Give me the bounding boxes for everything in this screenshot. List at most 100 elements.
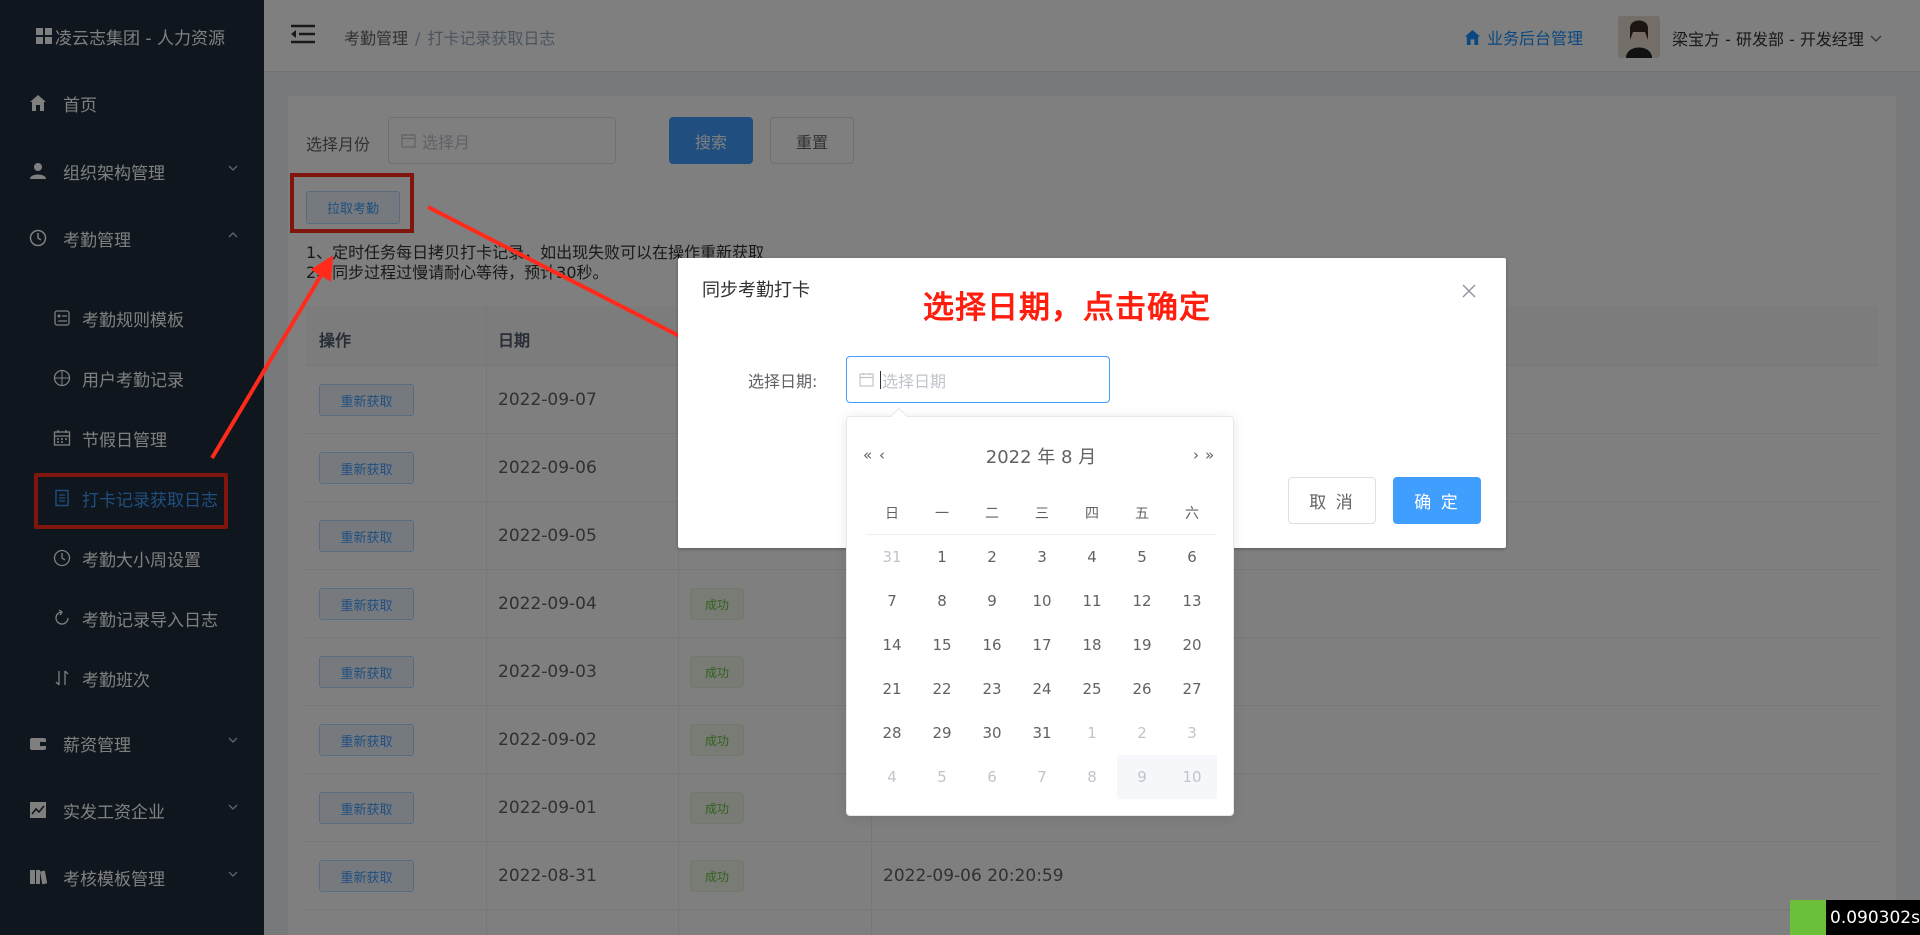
- day-cell[interactable]: 31: [867, 535, 917, 579]
- weekday-label: 六: [1185, 506, 1199, 522]
- day-cell[interactable]: 13: [1167, 579, 1217, 623]
- day-cell[interactable]: 5: [917, 755, 967, 799]
- sidebar-item-label: 组织架构管理: [63, 163, 165, 184]
- confirm-button[interactable]: 确 定: [1393, 477, 1481, 524]
- month-picker-input[interactable]: 选择月: [388, 117, 616, 164]
- day-cell[interactable]: 6: [967, 755, 1017, 799]
- date-picker-input[interactable]: 选择日期: [846, 356, 1110, 403]
- day-cell[interactable]: 25: [1067, 667, 1117, 711]
- day-cell[interactable]: 27: [1167, 667, 1217, 711]
- chevron-down-icon: [228, 804, 238, 810]
- row-date: 2022-09-04: [498, 594, 597, 614]
- row-date: 2022-09-06: [498, 458, 597, 478]
- day-cell[interactable]: 29: [917, 711, 967, 755]
- breadcrumb-current: 打卡记录获取日志: [427, 29, 556, 48]
- day-cell[interactable]: 31: [1017, 711, 1067, 755]
- day-cell[interactable]: 30: [967, 711, 1017, 755]
- column-header-date: 日期: [498, 331, 531, 350]
- refetch-button[interactable]: 重新获取: [319, 860, 414, 892]
- annotation-text: 选择日期，点击确定: [923, 290, 1211, 326]
- sidebar-sub-week-setting[interactable]: 考勤大小周设置: [0, 530, 264, 586]
- day-cell[interactable]: 3: [1017, 535, 1067, 579]
- refetch-button[interactable]: 重新获取: [319, 724, 414, 756]
- avatar[interactable]: [1618, 16, 1660, 58]
- day-cell[interactable]: 8: [1067, 755, 1117, 799]
- leaf-logo-icon: [1790, 900, 1826, 935]
- day-cell[interactable]: 21: [867, 667, 917, 711]
- sidebar-sub-shifts[interactable]: 考勤班次: [0, 650, 264, 706]
- row-date: 2022-09-03: [498, 662, 597, 682]
- day-cell[interactable]: 1: [1067, 711, 1117, 755]
- day-cell[interactable]: 19: [1117, 623, 1167, 667]
- next-year-button[interactable]: »: [1205, 446, 1214, 464]
- user-name-label: 梁宝方 - 研发部 - 开发经理: [1672, 30, 1864, 49]
- search-button[interactable]: 搜索: [669, 117, 753, 164]
- day-cell[interactable]: 3: [1167, 711, 1217, 755]
- weekday-label: 日: [885, 506, 899, 522]
- day-cell[interactable]: 5: [1117, 535, 1167, 579]
- day-cell[interactable]: 11: [1067, 579, 1117, 623]
- day-cell[interactable]: 20: [1167, 623, 1217, 667]
- refetch-button[interactable]: 重新获取: [319, 792, 414, 824]
- logo-grid-icon: [36, 28, 52, 44]
- refetch-button[interactable]: 重新获取: [319, 656, 414, 688]
- book-icon: [27, 866, 49, 888]
- hamburger-icon[interactable]: [291, 24, 315, 44]
- user-menu[interactable]: 梁宝方 - 研发部 - 开发经理: [1672, 26, 1882, 50]
- status-badge: 成功: [690, 724, 744, 756]
- business-admin-label: 业务后台管理: [1487, 29, 1584, 48]
- sidebar-sub-holidays[interactable]: 节假日管理: [0, 410, 264, 466]
- sidebar-item-payroll[interactable]: 实发工资企业: [0, 780, 264, 840]
- day-cell[interactable]: 16: [967, 623, 1017, 667]
- day-cell[interactable]: 14: [867, 623, 917, 667]
- sidebar-sub-user-records[interactable]: 用户考勤记录: [0, 350, 264, 406]
- reset-button[interactable]: 重置: [770, 117, 854, 164]
- app-title: 凌云志集团 - 人力资源: [55, 28, 225, 49]
- calendar-icon: [52, 428, 72, 448]
- weekday-label: 三: [1035, 506, 1049, 522]
- close-icon[interactable]: [1462, 284, 1476, 298]
- day-cell[interactable]: 15: [917, 623, 967, 667]
- day-cell[interactable]: 12: [1117, 579, 1167, 623]
- sidebar-sub-rule-template[interactable]: 考勤规则模板: [0, 290, 264, 346]
- sidebar-item-salary[interactable]: 薪资管理: [0, 713, 264, 773]
- refetch-button[interactable]: 重新获取: [319, 588, 414, 620]
- sidebar-item-org[interactable]: 组织架构管理: [0, 141, 264, 201]
- sidebar-sub-import-log[interactable]: 考勤记录导入日志: [0, 590, 264, 646]
- next-month-button[interactable]: ›: [1193, 446, 1199, 464]
- day-cell[interactable]: 24: [1017, 667, 1067, 711]
- day-cell[interactable]: 6: [1167, 535, 1217, 579]
- day-cell[interactable]: 1: [917, 535, 967, 579]
- refetch-button[interactable]: 重新获取: [319, 452, 414, 484]
- breadcrumb-separator: /: [415, 29, 421, 48]
- day-cell[interactable]: 17: [1017, 623, 1067, 667]
- refetch-button[interactable]: 重新获取: [319, 520, 414, 552]
- refetch-button[interactable]: 重新获取: [319, 384, 414, 416]
- sidebar-item-attendance[interactable]: 考勤管理: [0, 208, 264, 268]
- day-cell[interactable]: 26: [1117, 667, 1167, 711]
- day-cell[interactable]: 4: [1067, 535, 1117, 579]
- sidebar-item-assessment[interactable]: 考核模板管理: [0, 847, 264, 907]
- weekday-row: 日一二三四五六: [867, 499, 1217, 535]
- day-cell[interactable]: 28: [867, 711, 917, 755]
- sidebar-item-home[interactable]: 首页: [0, 73, 264, 133]
- sidebar-sub-label: 考勤大小周设置: [82, 550, 201, 571]
- breadcrumb-item[interactable]: 考勤管理: [344, 29, 408, 48]
- day-cell[interactable]: 7: [1017, 755, 1067, 799]
- day-cell[interactable]: 22: [917, 667, 967, 711]
- day-cell[interactable]: 8: [917, 579, 967, 623]
- day-cell[interactable]: 10: [1017, 579, 1067, 623]
- cancel-button[interactable]: 取 消: [1288, 477, 1376, 524]
- sidebar-sub-label: 考勤记录导入日志: [82, 610, 218, 631]
- status-badge: 成功: [690, 792, 744, 824]
- day-cell[interactable]: 9: [967, 579, 1017, 623]
- day-cell[interactable]: 2: [967, 535, 1017, 579]
- day-cell[interactable]: 23: [967, 667, 1017, 711]
- day-cell[interactable]: 4: [867, 755, 917, 799]
- app-logo[interactable]: 凌云志集团 - 人力资源: [0, 0, 264, 72]
- day-cell[interactable]: 18: [1067, 623, 1117, 667]
- day-cell[interactable]: 7: [867, 579, 917, 623]
- business-admin-link[interactable]: 业务后台管理: [1464, 25, 1583, 49]
- wallet-icon: [27, 732, 49, 754]
- day-cell[interactable]: 2: [1117, 711, 1167, 755]
